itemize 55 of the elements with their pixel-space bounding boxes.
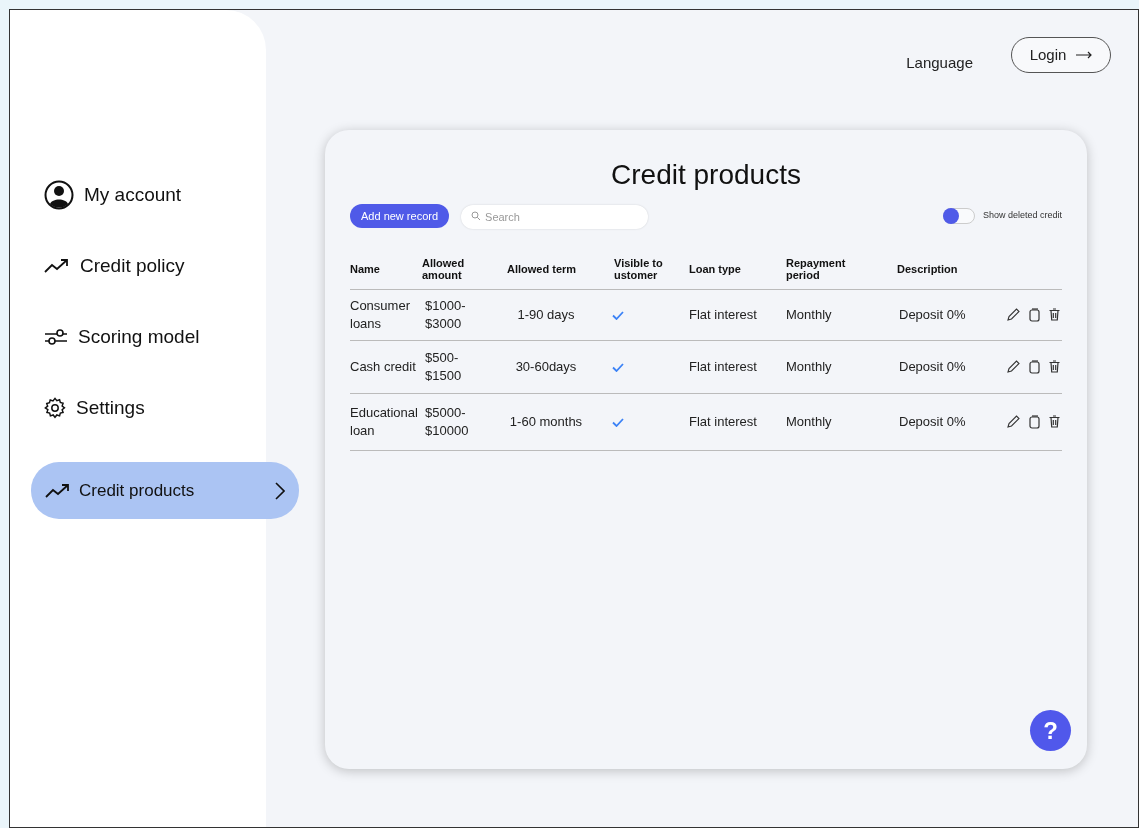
table-cell-text: Deposit 0% xyxy=(898,413,967,431)
copy-icon[interactable] xyxy=(1029,360,1040,374)
arrow-right-icon xyxy=(1076,51,1093,60)
trend-icon xyxy=(45,483,71,498)
table-cell-text: Flat interest xyxy=(688,358,758,376)
sidebar-item[interactable]: Scoring model xyxy=(42,312,266,362)
table-cell-text: 30-60days xyxy=(514,358,578,376)
page-title: Credit products xyxy=(610,158,802,192)
toggle-switch[interactable] xyxy=(942,208,975,224)
edit-icon[interactable] xyxy=(1007,415,1020,428)
settings-icon xyxy=(44,397,66,419)
column-header: Visible to ustomer xyxy=(613,256,664,281)
sidebar-item[interactable]: Credit products xyxy=(31,462,299,519)
table-cell-text: $500- $1500 xyxy=(424,349,463,385)
table-cell-text: 1-60 months xyxy=(508,413,584,431)
table-cell-text: Deposit 0% xyxy=(898,306,967,324)
table-cell-text: 1-90 days xyxy=(516,306,576,324)
table-cell-text: $5000- $10000 xyxy=(424,404,470,440)
trash-icon[interactable] xyxy=(1049,308,1060,321)
trash-icon[interactable] xyxy=(1049,360,1060,373)
table-cell-text: Monthly xyxy=(785,358,833,376)
column-header: Allowed term xyxy=(506,262,578,275)
table-cell-text: Monthly xyxy=(785,306,833,324)
trash-icon[interactable] xyxy=(1049,415,1060,428)
column-header: Name xyxy=(350,262,381,275)
help-button[interactable]: ? xyxy=(1030,710,1071,751)
account-icon xyxy=(44,180,74,210)
column-header: Description xyxy=(896,262,959,275)
language-link[interactable]: Language xyxy=(906,52,973,75)
trend-icon xyxy=(44,259,70,273)
column-header: Loan type xyxy=(688,262,742,275)
table-cell-text: $1000- $3000 xyxy=(424,297,467,333)
chevron-right-icon xyxy=(275,481,285,500)
table-cell-text: Educational loan xyxy=(350,404,419,440)
edit-icon[interactable] xyxy=(1007,360,1020,373)
search-field[interactable]: Search xyxy=(461,205,649,229)
add-record-button[interactable]: Add new record xyxy=(350,204,450,228)
table-cell-text: Deposit 0% xyxy=(898,358,967,376)
table-cell-text: Monthly xyxy=(785,413,833,431)
table-cell-text: Flat interest xyxy=(688,306,758,324)
search-icon xyxy=(471,211,482,221)
column-header: Allowed amount xyxy=(422,256,466,281)
sidebar-item[interactable]: My account xyxy=(42,170,266,220)
sidebar-item[interactable]: Settings xyxy=(42,383,266,433)
sliders-icon xyxy=(44,328,68,346)
table-cell-text: Consumer loans xyxy=(350,297,411,333)
copy-icon[interactable] xyxy=(1029,415,1040,429)
table-cell-text: Cash credit xyxy=(350,358,417,376)
toggle-label: Show deleted credit xyxy=(982,209,1062,223)
edit-icon[interactable] xyxy=(1007,308,1020,321)
table-cell-text: Flat interest xyxy=(688,413,758,431)
login-button[interactable]: Login xyxy=(1011,37,1111,74)
copy-icon[interactable] xyxy=(1029,308,1040,322)
sidebar-item[interactable]: Credit policy xyxy=(42,241,266,291)
column-header: Repayment period xyxy=(785,256,847,281)
